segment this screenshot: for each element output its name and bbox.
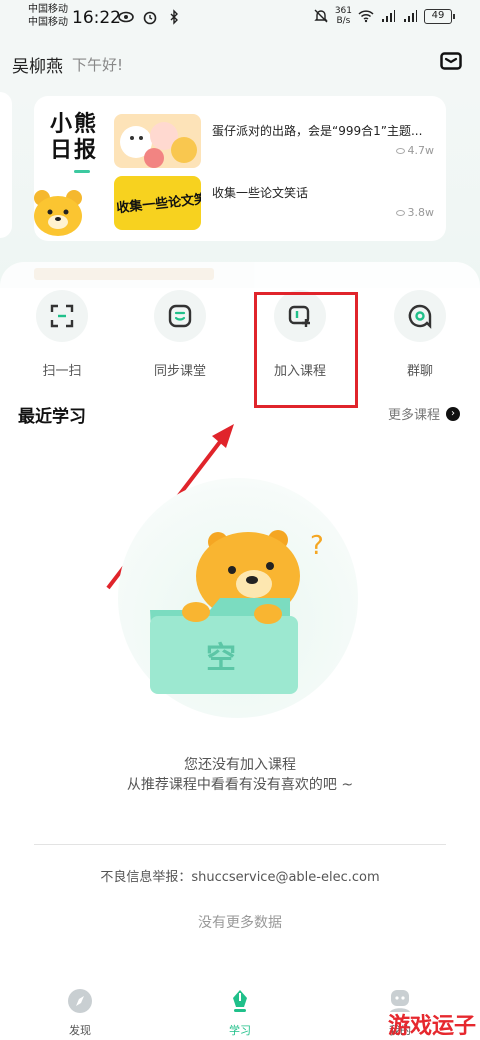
net-speed-unit: B/s <box>336 16 351 26</box>
view-count-value: 4.7w <box>407 144 435 157</box>
action-icon-bg <box>36 290 88 342</box>
eye-icon <box>395 147 405 154</box>
view-count: 3.8w <box>395 206 435 219</box>
chevron-right-icon: › <box>446 406 460 421</box>
action-group-chat[interactable]: 群聊 <box>372 290 468 379</box>
more-courses-link[interactable]: 更多课程 › <box>388 404 460 423</box>
news-thumbnail <box>114 114 201 168</box>
eye-icon <box>395 209 405 216</box>
net-speed: 361 B/s <box>335 6 352 26</box>
watermark: 游戏运子 <box>387 1014 476 1039</box>
view-count: 4.7w <box>395 144 435 157</box>
carrier-info: 中国移动 中国移动 <box>28 3 68 29</box>
promo-strip[interactable] <box>0 262 480 290</box>
user-name: 吴柳燕 <box>12 57 63 77</box>
pen-icon <box>233 990 247 1012</box>
news-title: 收集一些论文笑话 <box>212 186 309 200</box>
bear-mascot-icon <box>34 190 82 236</box>
action-scan[interactable]: 扫一扫 <box>14 290 110 379</box>
news-item[interactable]: 蛋仔派对的出路，会是“999合1”主题... 4.7w <box>114 114 434 168</box>
tab-label: 学习 <box>229 1024 251 1037</box>
previous-card-peek[interactable] <box>0 92 12 238</box>
report-info: 不良信息举报：shuccservice@able-elec.com <box>100 870 380 885</box>
compass-icon <box>68 989 92 1013</box>
quick-actions: 扫一扫 同步课堂 加入课程 群聊 <box>0 288 480 388</box>
action-icon-bg <box>154 290 206 342</box>
more-courses-label: 更多课程 <box>387 408 440 423</box>
status-bar: 中国移动 中国移动 16:22 361 B/s 49 <box>0 0 480 36</box>
greeting-text: 下午好! <box>72 56 124 74</box>
news-title: 蛋仔派对的出路，会是“999合1”主题... <box>212 124 423 138</box>
empty-folder-bear-illustration: ? 空 <box>150 530 324 694</box>
empty-folder-label: 空 <box>206 641 236 676</box>
signal-icon-2 <box>404 10 417 22</box>
app-header: 吴柳燕 下午好! <box>0 36 480 92</box>
logo-underline <box>74 170 90 173</box>
carrier-1: 中国移动 <box>28 4 68 15</box>
signal-icon-1 <box>382 10 395 22</box>
annotation-highlight-box <box>254 292 358 408</box>
action-label: 扫一扫 <box>42 364 82 379</box>
message-icon[interactable] <box>440 52 462 70</box>
classroom-icon <box>168 304 192 328</box>
no-more-data: 没有更多数据 <box>198 915 282 931</box>
empty-hint: 从推荐课程中看看有没有喜欢的吧 ~ <box>126 777 354 793</box>
carrier-2: 中国移动 <box>28 17 68 28</box>
scan-icon <box>50 304 74 328</box>
section-title-recent: 最近学习 <box>18 407 86 427</box>
tab-label: 发现 <box>69 1024 91 1037</box>
daily-logo-text: 小熊日报 <box>50 112 99 163</box>
wifi-icon <box>358 10 374 23</box>
news-thumbnail-text: 收集一些论文笑话 <box>115 190 201 217</box>
mute-icon <box>314 9 328 23</box>
banner-area: 小熊日报 蛋仔派对的出路，会是“999合1”主题... 4.7w 收集一些论文笑… <box>0 92 480 290</box>
battery-indicator: 49 <box>424 8 455 24</box>
action-label: 同步课堂 <box>153 364 206 379</box>
news-thumbnail: 收集一些论文笑话 <box>114 176 201 230</box>
promo-strip-decoration <box>34 268 214 280</box>
daily-news-card[interactable]: 小熊日报 蛋仔派对的出路，会是“999合1”主题... 4.7w 收集一些论文笑… <box>34 96 446 241</box>
news-item[interactable]: 收集一些论文笑话 收集一些论文笑话 3.8w <box>114 176 434 230</box>
group-chat-icon <box>408 304 432 329</box>
view-count-value: 3.8w <box>407 206 435 219</box>
divider <box>34 844 446 845</box>
daily-logo: 小熊日报 <box>50 112 102 164</box>
net-speed-value: 361 <box>334 6 352 16</box>
tab-study[interactable]: 学习 <box>200 988 280 1038</box>
eye-icon <box>118 11 134 23</box>
status-icons-right: 361 B/s 49 <box>313 6 455 26</box>
bluetooth-icon <box>170 9 178 25</box>
status-icons-left <box>118 9 182 25</box>
empty-message: 您还没有加入课程 <box>184 757 296 773</box>
tab-discover[interactable]: 发现 <box>40 988 120 1038</box>
svg-text:?: ? <box>310 531 324 561</box>
action-label: 群聊 <box>406 364 433 379</box>
action-icon-bg <box>394 290 446 342</box>
action-sync-classroom[interactable]: 同步课堂 <box>132 290 228 379</box>
clock: 16:22 <box>72 8 121 28</box>
alarm-icon <box>143 11 157 25</box>
